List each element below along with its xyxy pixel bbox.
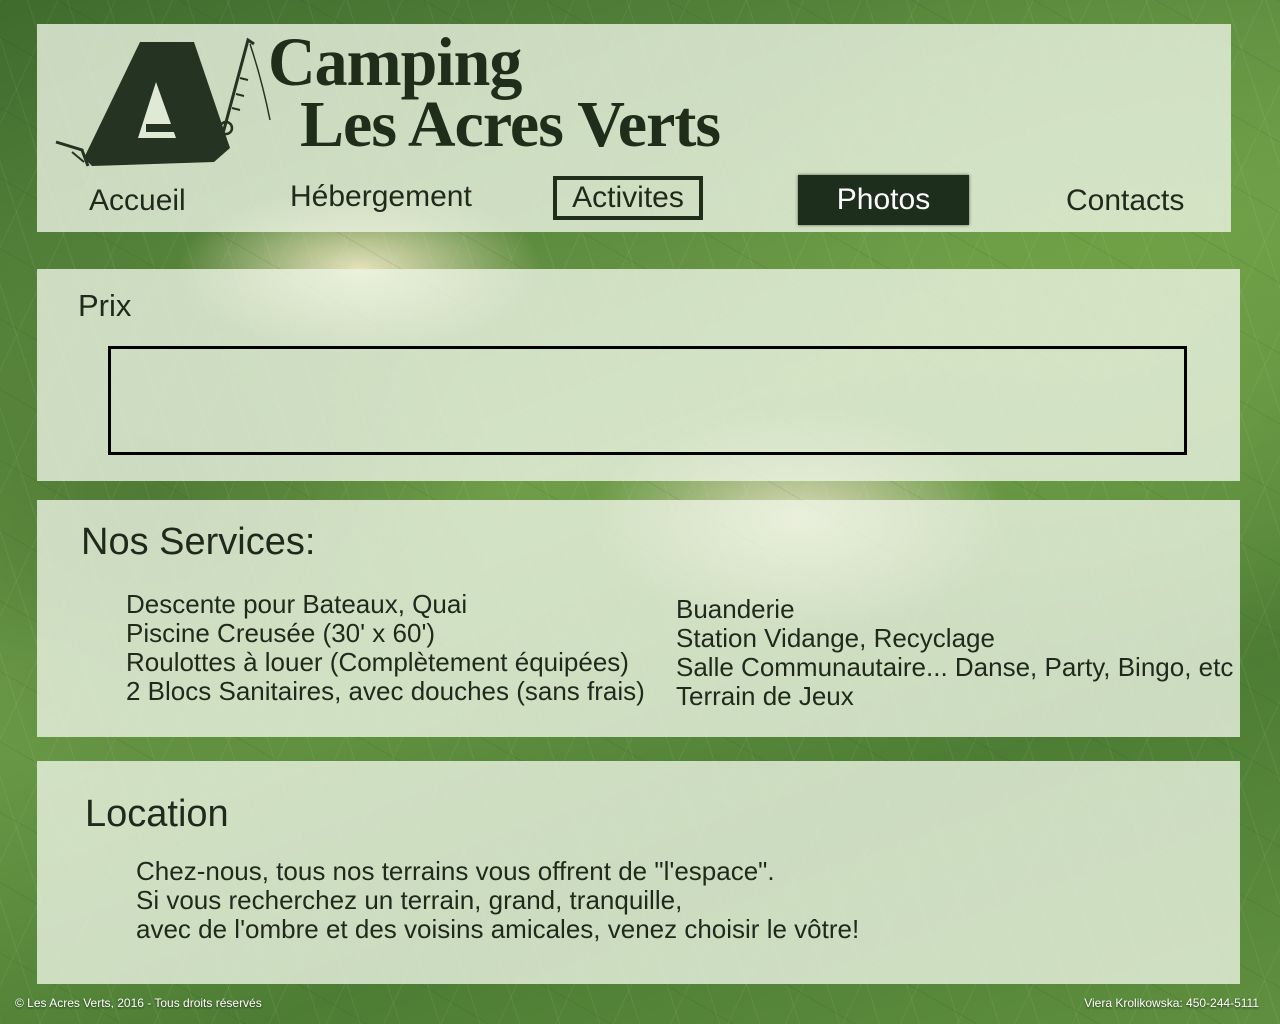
nav-activites[interactable]: Activites	[553, 176, 703, 220]
prix-content-box	[108, 346, 1187, 455]
location-line: Si vous recherchez un terrain, grand, tr…	[136, 885, 683, 915]
services-title: Nos Services:	[81, 521, 316, 563]
location-description: Chez-nous, tous nos terrains vous offren…	[136, 857, 859, 944]
service-item: Terrain de Jeux	[676, 681, 854, 711]
service-item: Buanderie	[676, 594, 795, 624]
nav-hebergement[interactable]: Hébergement	[290, 182, 472, 212]
service-item: Piscine Creusée (30' x 60')	[126, 618, 436, 648]
tent-fishing-rod-logo-icon[interactable]	[52, 30, 272, 170]
location-line: Chez-nous, tous nos terrains vous offren…	[136, 856, 775, 886]
service-item: Salle Communautaire... Danse, Party, Bin…	[676, 652, 1234, 682]
prix-title: Prix	[78, 288, 132, 323]
nav-photos[interactable]: Photos	[798, 175, 969, 225]
location-title: Location	[85, 793, 229, 835]
nav-accueil[interactable]: Accueil	[89, 186, 186, 216]
service-item: 2 Blocs Sanitaires, avec douches (sans f…	[126, 676, 645, 706]
services-list-right: Buanderie Station Vidange, Recyclage Sal…	[676, 595, 1233, 711]
service-item: Roulottes à louer (Complètement équipées…	[126, 647, 629, 677]
services-list-left: Descente pour Bateaux, Quai Piscine Creu…	[126, 590, 645, 706]
footer-copyright: © Les Acres Verts, 2016 - Tous droits ré…	[15, 996, 262, 1010]
brand-title-acres-verts: Les Acres Verts	[300, 88, 721, 161]
service-item: Station Vidange, Recyclage	[676, 623, 995, 653]
nav-photos-label: Photos	[836, 183, 931, 216]
footer-contact: Viera Krolikowska: 450-244-5111	[1084, 996, 1259, 1010]
nav-activites-label: Activites	[572, 181, 684, 214]
location-line: avec de l'ombre et des voisins amicales,…	[136, 914, 860, 944]
service-item: Descente pour Bateaux, Quai	[126, 589, 468, 619]
nav-contacts[interactable]: Contacts	[1066, 186, 1184, 216]
